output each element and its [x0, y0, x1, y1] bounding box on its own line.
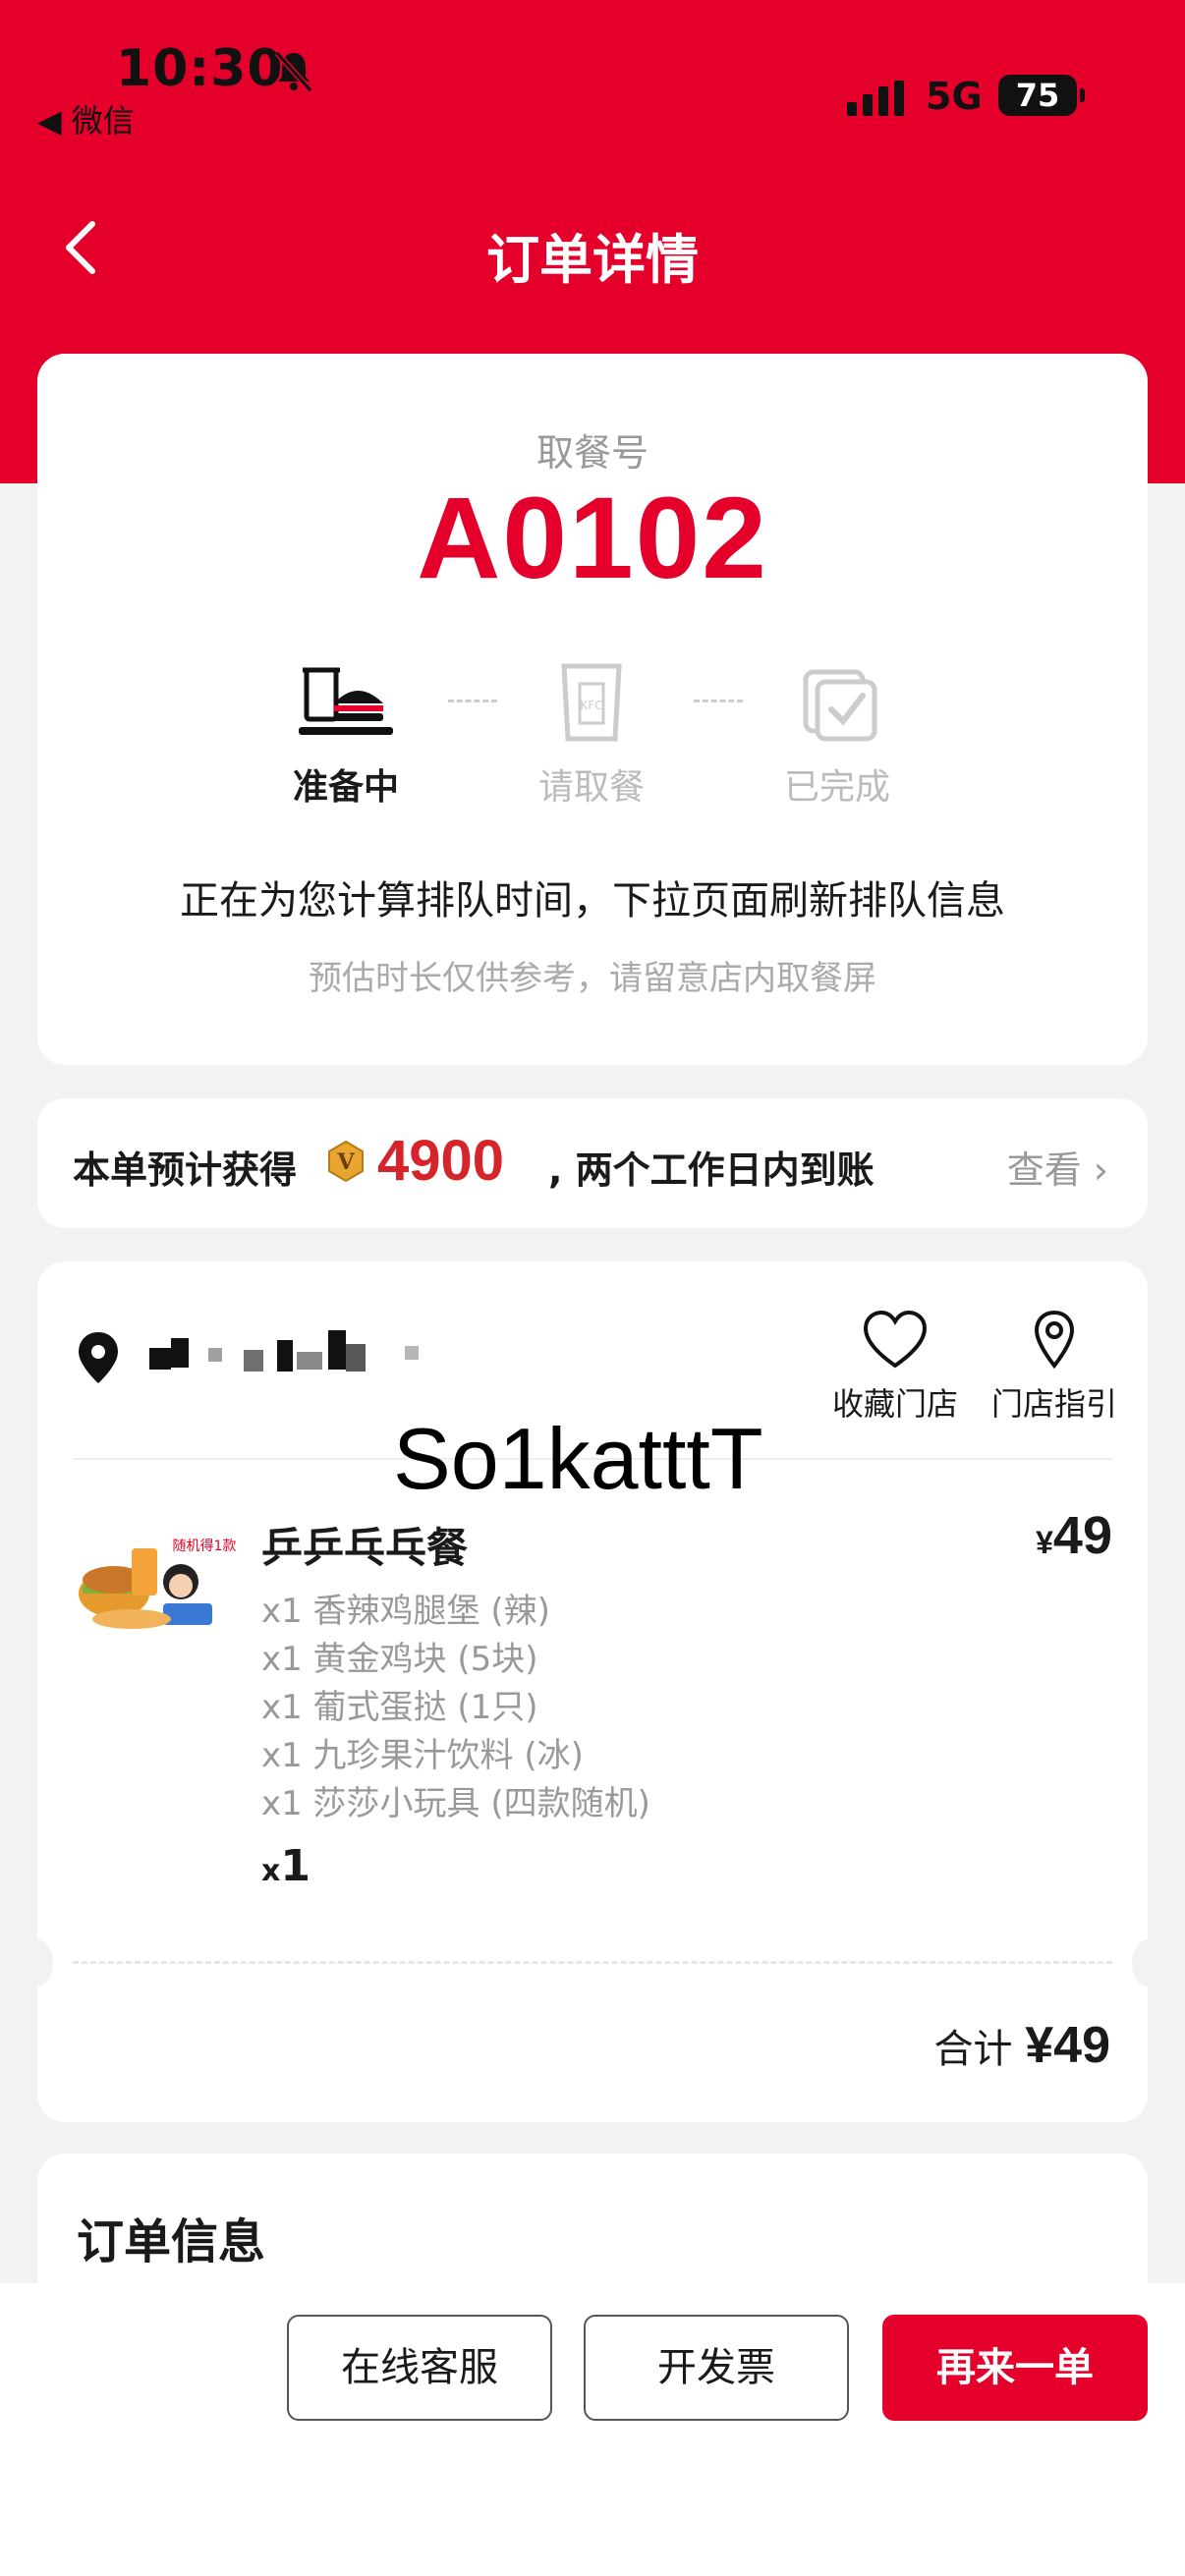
product-quantity: x1 [261, 1841, 310, 1891]
guide-label: 门店指引 [990, 1385, 1117, 1423]
step-completed: 已完成 [739, 660, 935, 810]
queue-status: 正在为您计算排队时间，下拉页面刷新排队信息 [180, 878, 1005, 924]
burger-tray-icon [299, 667, 393, 735]
network-type: 5G [926, 75, 983, 118]
list-item: x1 九珍果汁饮料 (冰) [261, 1736, 584, 1775]
points-card[interactable]: 本单预计获得 V 4900 , 两个工作日内到账 查看 › [37, 1098, 1148, 1228]
ticket-notch [22, 1939, 53, 1987]
points-suffix: , 两个工作日内到账 [548, 1148, 875, 1192]
step-connector [694, 700, 743, 702]
chevron-right-icon: › [1093, 1148, 1108, 1192]
store-name-redacted [149, 1328, 582, 1387]
mute-bell-icon [274, 50, 313, 92]
price-currency: ¥ [1036, 1525, 1053, 1560]
points-value: 4900 [377, 1129, 505, 1193]
svg-text:随机得1款: 随机得1款 [173, 1538, 237, 1554]
order-card: 收藏门店 门店指引 So1katttT 随机得1款 乒乒乓乓餐 ¥49 x1 香… [22, 1261, 1163, 2122]
location-pin-icon [79, 1332, 118, 1383]
order-info-title: 订单信息 [77, 2214, 266, 2269]
order-total: 合计 ¥49 [934, 2016, 1110, 2075]
map-pin-icon [1034, 1310, 1075, 1370]
queue-note: 预估时长仅供参考，请留意店内取餐屏 [309, 959, 876, 998]
price-value: 49 [1052, 1506, 1112, 1565]
pickup-label: 取餐号 [536, 431, 649, 475]
check-cup-icon [803, 669, 877, 742]
list-item: x1 香辣鸡腿堡 (辣) [261, 1592, 550, 1631]
online-service-button[interactable]: 在线客服 [287, 2315, 552, 2421]
page-title: 订单详情 [486, 229, 699, 291]
back-to-app[interactable]: ◀ 微信 [37, 96, 135, 141]
v-coin-icon: V [328, 1140, 364, 1183]
points-prefix: 本单预计获得 [73, 1148, 298, 1192]
pickup-card: 取餐号 A0102 准备中 KFC 请取餐 已完成 正在为您计算排队时间，下拉页… [37, 354, 1148, 1065]
list-item: x1 葡式蛋挞 (1只) [261, 1688, 538, 1727]
list-item: x1 黄金鸡块 (5块) [261, 1640, 538, 1679]
svg-text:KFC: KFC [580, 699, 602, 712]
svg-text:V: V [336, 1149, 355, 1175]
bottom-action-bar: 在线客服 开发票 再来一单 [0, 2283, 1185, 2576]
pickup-number: A0102 [417, 474, 768, 603]
heart-icon [863, 1310, 928, 1369]
step-label: 已完成 [783, 767, 890, 808]
step-label: 准备中 [292, 767, 399, 808]
qty-value: 1 [280, 1841, 310, 1891]
step-label: 请取餐 [537, 767, 645, 808]
battery-indicator: 75 [998, 75, 1085, 116]
watermark-text: So1katttT [393, 1410, 763, 1507]
favorite-store-button[interactable]: 收藏门店 [821, 1309, 969, 1425]
product-items: x1 香辣鸡腿堡 (辣) x1 黄金鸡块 (5块) x1 葡式蛋挞 (1只) x… [261, 1588, 650, 1828]
product-price: ¥49 [1036, 1505, 1112, 1566]
step-preparing: 准备中 [248, 660, 444, 810]
product-name: 乒乒乓乓餐 [261, 1524, 469, 1572]
view-points-link[interactable]: 查看 › [1007, 1140, 1108, 1194]
total-label: 合计 [933, 2027, 1013, 2072]
ticket-notch [1132, 1939, 1163, 1987]
store-guide-button[interactable]: 门店指引 [981, 1309, 1128, 1425]
step-pickup: KFC 请取餐 [493, 660, 690, 810]
list-item: x1 莎莎小玩具 (四款随机) [261, 1784, 650, 1823]
kfc-bag-icon: KFC [561, 663, 622, 742]
favorite-label: 收藏门店 [831, 1385, 958, 1423]
signal-icon [847, 81, 904, 116]
qty-prefix: x [261, 1854, 281, 1888]
product-image: 随机得1款 [73, 1525, 238, 1647]
total-amount: ¥49 [1025, 2017, 1110, 2074]
status-time: 10:30 [116, 39, 284, 98]
view-label: 查看 [1006, 1148, 1082, 1192]
invoice-button[interactable]: 开发票 [584, 2315, 849, 2421]
step-connector [448, 700, 497, 702]
perforation-line [73, 1961, 1112, 1964]
reorder-button[interactable]: 再来一单 [882, 2315, 1148, 2421]
